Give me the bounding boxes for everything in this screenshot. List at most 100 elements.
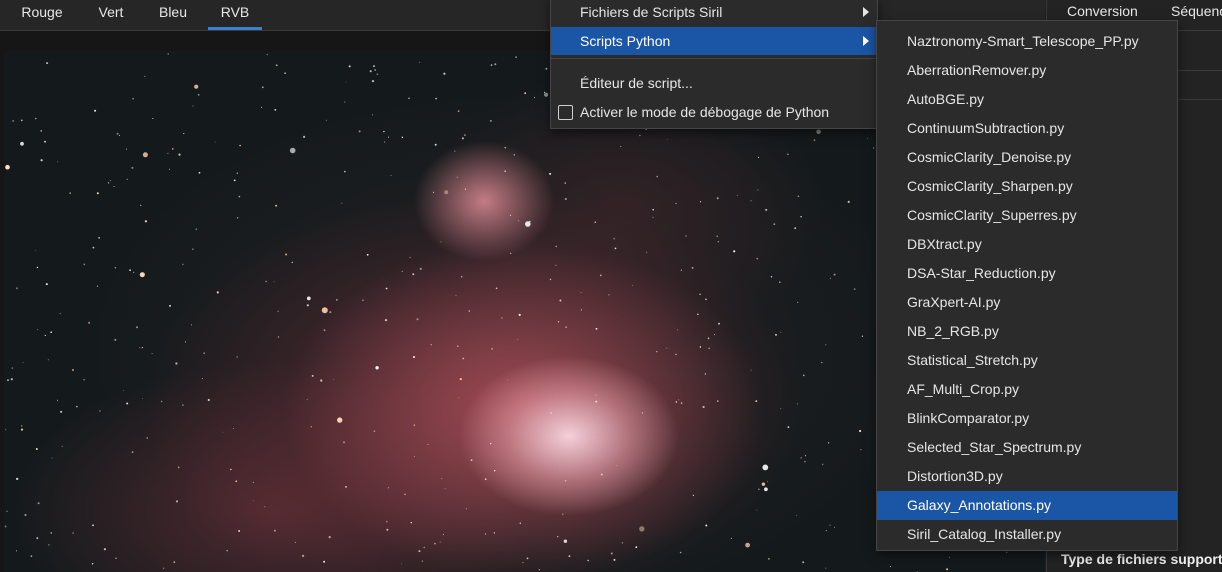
star (323, 329, 326, 332)
star (51, 457, 53, 459)
tab-rvb[interactable]: RVB (208, 0, 262, 30)
star (261, 106, 263, 108)
menu-item-script-editor[interactable]: Éditeur de script... (551, 69, 877, 97)
script-item[interactable]: CosmicClarity_Denoise.py (877, 143, 1177, 172)
script-item[interactable]: CosmicClarity_Sharpen.py (877, 172, 1177, 201)
tab-rouge[interactable]: Rouge (12, 0, 72, 28)
menu-item-python-debug[interactable]: Activer le mode de débogage de Python (551, 98, 877, 126)
star (37, 502, 40, 505)
star (889, 566, 891, 568)
star (675, 401, 677, 403)
star (834, 526, 836, 528)
script-item[interactable]: DSA-Star_Reduction.py (877, 259, 1177, 288)
star (178, 153, 181, 156)
star (40, 130, 42, 132)
script-item[interactable]: ContinuumSubtraction.py (877, 114, 1177, 143)
star (408, 97, 410, 99)
script-item-label: Galaxy_Annotations.py (907, 497, 1051, 513)
script-item[interactable]: Galaxy_Annotations.py (877, 491, 1177, 520)
star (455, 295, 457, 296)
star (167, 53, 169, 55)
star (761, 482, 766, 486)
star (139, 347, 141, 349)
script-item[interactable]: Statistical_Stretch.py (877, 346, 1177, 375)
python-scripts-submenu: Naztronomy-Smart_Telescope_PP.py Aberrati… (876, 20, 1178, 551)
star (462, 357, 465, 360)
star (10, 378, 13, 381)
star (733, 250, 736, 253)
script-item[interactable]: AutoBGE.py (877, 85, 1177, 114)
star (853, 288, 856, 290)
star (336, 299, 338, 301)
star (568, 555, 571, 557)
menu-item-label: Éditeur de script... (580, 75, 693, 91)
star (311, 374, 314, 377)
script-item-label: Distortion3D.py (907, 468, 1003, 484)
tab-vert[interactable]: Vert (88, 0, 134, 28)
script-item[interactable]: Siril_Catalog_Installer.py (877, 520, 1177, 549)
star (285, 253, 288, 256)
star (519, 522, 521, 524)
star (413, 356, 415, 358)
script-item[interactable]: BlinkComparator.py (877, 404, 1177, 433)
star (144, 75, 146, 77)
script-item-label: Siril_Catalog_Installer.py (907, 526, 1062, 542)
star (821, 463, 824, 466)
star (167, 152, 169, 154)
tab-conversion[interactable]: Conversion (1067, 3, 1138, 19)
star (419, 267, 422, 270)
star (144, 220, 147, 223)
star (35, 448, 38, 450)
star (345, 486, 347, 488)
star (756, 257, 759, 260)
script-item[interactable]: AF_Multi_Crop.py (877, 375, 1177, 404)
star (804, 455, 807, 457)
star (439, 541, 441, 543)
file-types-label: Type de fichiers support (1061, 551, 1222, 567)
star (762, 464, 769, 471)
star (103, 548, 106, 551)
star (775, 334, 777, 336)
star (457, 345, 459, 348)
star (358, 130, 361, 133)
star (264, 506, 266, 508)
star (44, 334, 46, 337)
star (946, 568, 949, 571)
script-item[interactable]: DBXtract.py (877, 230, 1177, 259)
star (418, 550, 421, 553)
script-item-label: CosmicClarity_Denoise.py (907, 149, 1072, 165)
script-item[interactable]: GraXpert-AI.py (877, 288, 1177, 317)
debug-checkbox[interactable] (558, 105, 573, 120)
star (386, 520, 388, 523)
script-item[interactable]: Selected_Star_Spectrum.py (877, 433, 1177, 462)
star (35, 117, 37, 120)
menu-item-siril-scripts[interactable]: Fichiers de Scripts Siril (551, 0, 877, 26)
star (708, 347, 710, 349)
star (344, 170, 346, 173)
star (192, 248, 194, 250)
script-item[interactable]: Naztronomy-Smart_Telescope_PP.py (877, 27, 1177, 56)
star (510, 252, 512, 255)
script-item[interactable]: Distortion3D.py (877, 462, 1177, 491)
star (345, 81, 347, 83)
script-item[interactable]: NB_2_RGB.py (877, 317, 1177, 346)
star (69, 192, 71, 194)
menu-item-python-scripts[interactable]: Scripts Python (551, 27, 877, 55)
script-item[interactable]: CosmicClarity_Superres.py (877, 201, 1177, 230)
star (594, 437, 595, 439)
star (656, 175, 658, 178)
star (45, 283, 48, 286)
star (306, 296, 311, 301)
star (833, 273, 836, 276)
star (119, 134, 121, 136)
star (580, 292, 582, 294)
script-item-label: AberrationRemover.py (907, 62, 1047, 78)
submenu-arrow-icon (863, 36, 869, 46)
tab-bleu[interactable]: Bleu (148, 0, 198, 28)
star (126, 178, 128, 180)
star (126, 148, 127, 150)
tab-sequence[interactable]: Séquence (1171, 3, 1222, 19)
star (140, 204, 142, 206)
script-item[interactable]: AberrationRemover.py (877, 56, 1177, 85)
star (730, 537, 733, 539)
